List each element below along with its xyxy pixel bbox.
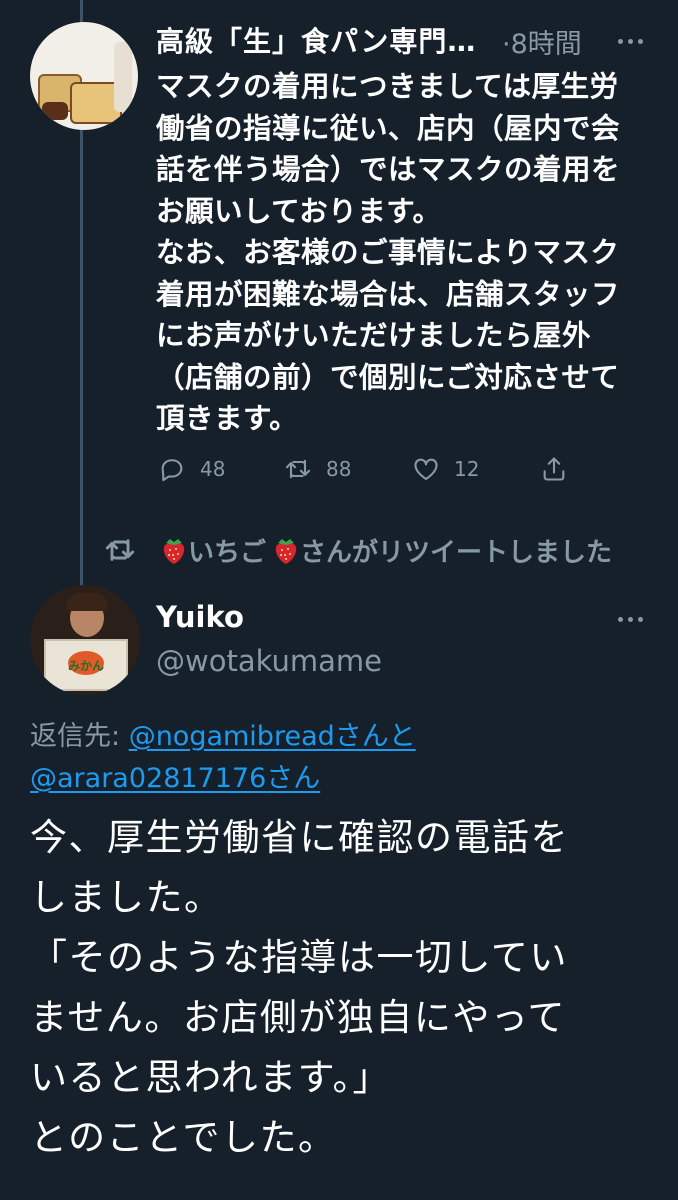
avatar[interactable] [30,22,138,130]
retweet-icon [285,459,311,479]
author-handle[interactable]: @wotakumame [156,644,382,678]
tweet-text-line: とのことでした。 [30,1116,337,1159]
replying-to: 返信先: @nogamibreadさんと [30,714,416,753]
strawberry-icon [270,534,297,566]
strawberry-icon [158,534,185,566]
reply-count: 48 [200,457,226,481]
tweet-text-line: 働省の指導に従い、店内（屋内で会 [156,111,621,145]
retweet-icon [105,539,135,561]
tweet-text-line: 頂きます。 [156,402,299,435]
mention-suffix: さんと [334,721,416,752]
tweet-text: 今、厚生労働省に確認の電話を しました。 「そのような指導は一切してい ません。… [30,808,670,1168]
author-name[interactable]: 高級「生」食パン専門… [156,20,476,60]
replying-to-line-2: @arara02817176さん [30,756,320,795]
tweet-text-line: 話を伴う場合）ではマスクの着用を [156,153,621,186]
mention-suffix: さん [266,763,321,794]
more-options-icon[interactable] [618,36,648,46]
replying-to-label: 返信先: [30,721,129,752]
tweet-text-line: なお、お客様のご事情によりマスク [156,236,620,269]
tweet-text: マスクの着用につきましては厚生労 働省の指導に従い、店内（屋内で会 話を伴う場合… [156,66,656,440]
retweeter-name: いちご [188,537,267,568]
reply-icon [161,459,183,482]
more-options-icon[interactable] [618,614,648,624]
tweet-text-line: 今、厚生労働省に確認の電話を [30,816,569,859]
retweet-count: 88 [326,457,352,481]
tweet-text-line: いると思われます。」 [30,1056,391,1099]
tweet-text-line: お願いしております。 [156,194,442,228]
author-name[interactable]: Yuiko [156,600,244,634]
retweet-button[interactable]: 88 [284,452,351,486]
mention-link[interactable]: @arara02817176さん [30,763,320,794]
tweet-timestamp[interactable]: ·8時間 [502,22,582,61]
tweet-text-line: （店舗の前）で個別にご対応させて [156,360,620,394]
retweeted-label: さんがリツイートしました [300,537,613,568]
avatar-box-label: みかん [67,659,104,673]
like-button[interactable]: 12 [412,452,479,486]
share-icon [543,457,565,481]
avatar[interactable]: みかん [30,585,140,695]
tweet-text-line: しました。 [30,876,223,919]
heart-icon [414,458,438,480]
share-button[interactable] [540,452,568,486]
mention-handle: @arara02817176 [30,763,267,794]
tweet-text-line: にお声がけいただけましたら屋外 [156,319,592,352]
retweeted-by-header[interactable]: いちご さんがリツイートしました [104,530,612,570]
tweet-text-line: マスクの着用につきましては厚生労 [156,70,619,103]
like-count: 12 [454,457,480,481]
tweet-text-line: 着用が困難な場合は、店舗スタッフ [156,277,621,311]
reply-button[interactable]: 48 [158,452,225,486]
mention-link[interactable]: @nogamibreadさんと [129,721,416,752]
mention-handle: @nogamibread [128,721,335,752]
tweet-text-line: ません。お店側が独自にやって [30,996,567,1039]
tweet-text-line: 「そのような指導は一切してい [30,936,568,979]
